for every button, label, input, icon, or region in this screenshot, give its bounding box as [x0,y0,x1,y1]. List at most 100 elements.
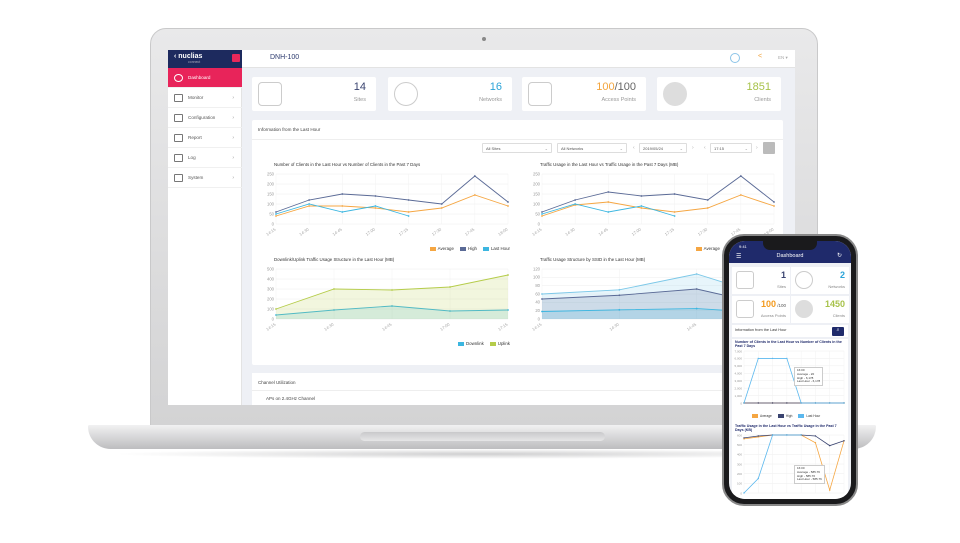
legend-item[interactable]: High [459,246,477,251]
stat-card-clients[interactable]: 1851 Clients [657,77,781,111]
next-time-icon[interactable]: › [756,145,758,151]
data-point[interactable] [757,477,759,480]
sidebar-item-system[interactable]: System › [168,168,242,188]
prev-date-icon[interactable]: ‹ [633,145,635,151]
legend-item[interactable]: Average [695,246,720,251]
stat-card-access-points[interactable]: 100/100 Access Points [522,77,646,111]
prev-time-icon[interactable]: ‹ [704,145,706,151]
data-point[interactable] [771,357,774,360]
stat-card-sites[interactable]: 14 Sites [252,77,376,111]
data-point[interactable] [374,195,377,197]
data-point[interactable] [757,435,759,437]
data-point[interactable] [773,205,775,207]
data-point[interactable] [275,215,277,217]
data-point[interactable] [773,201,775,203]
data-point[interactable] [308,205,311,207]
data-point[interactable] [800,402,802,404]
data-point[interactable] [275,213,277,215]
stat-card-clients[interactable]: 1450 Clients [791,296,849,323]
data-point[interactable] [541,310,543,313]
data-point[interactable] [374,207,377,209]
stat-card-networks[interactable]: 16 Networks [388,77,512,111]
data-point[interactable] [541,215,543,217]
data-point[interactable] [843,440,845,442]
data-point[interactable] [341,211,344,213]
data-point[interactable] [673,211,676,213]
data-point[interactable] [814,442,817,444]
data-point[interactable] [507,274,509,276]
data-point[interactable] [743,402,745,404]
data-point[interactable] [771,434,774,436]
data-point[interactable] [473,194,476,196]
data-point[interactable] [391,289,393,291]
data-point[interactable] [440,207,443,209]
data-point[interactable] [407,211,410,213]
brand-logo[interactable]: ‹ nuclias connect [168,50,242,68]
data-point[interactable] [695,273,698,275]
data-point[interactable] [473,175,476,177]
time-select[interactable]: 17:15 ⌄ [710,143,752,153]
stat-card-networks[interactable]: 2 Networks [791,267,849,294]
data-point[interactable] [333,288,335,290]
data-point[interactable] [673,193,676,195]
sidebar-item-dashboard[interactable]: Dashboard [168,68,242,88]
data-point[interactable] [640,195,643,197]
data-point[interactable] [618,294,621,297]
menu-icon[interactable] [232,54,240,62]
data-point[interactable] [618,308,621,311]
data-point[interactable] [541,213,543,215]
data-point[interactable] [673,215,676,217]
stat-card-sites[interactable]: 1 Sites [732,267,790,294]
next-date-icon[interactable]: › [692,145,694,151]
data-point[interactable] [706,199,709,201]
data-point[interactable] [308,199,311,201]
data-point[interactable] [786,434,788,436]
legend-item[interactable]: Last Hour [482,246,510,251]
legend-item[interactable]: Average [429,246,454,251]
data-point[interactable] [757,357,759,360]
date-select[interactable]: 2019/05/24 ⌄ [639,143,687,153]
data-point[interactable] [574,203,577,205]
language-select[interactable]: EN ▾ [778,55,788,61]
data-point[interactable] [507,205,509,207]
data-point[interactable] [607,201,610,203]
data-point[interactable] [786,402,788,404]
data-point[interactable] [757,402,759,404]
user-icon[interactable] [730,53,740,63]
data-point[interactable] [829,402,831,404]
search-button[interactable]: ⌕ [832,327,844,336]
data-point[interactable] [743,437,745,439]
sidebar-item-configuration[interactable]: Configuration › [168,108,242,128]
data-point[interactable] [771,402,774,404]
data-point[interactable] [786,357,788,360]
data-point[interactable] [374,205,377,207]
data-point[interactable] [695,307,698,310]
data-point[interactable] [739,175,742,177]
data-point[interactable] [308,203,311,205]
sidebar-item-report[interactable]: Report › [168,128,242,148]
data-point[interactable] [541,211,543,213]
data-point[interactable] [640,205,643,207]
data-point[interactable] [541,298,543,300]
data-point[interactable] [341,205,344,207]
legend-item[interactable]: Uplink [489,341,510,346]
data-point[interactable] [800,434,802,436]
data-point[interactable] [507,201,509,203]
share-icon[interactable]: < [758,53,762,60]
data-point[interactable] [640,207,643,209]
sidebar-item-log[interactable]: Log › [168,148,242,168]
network-select[interactable]: All Networks ⌄ [557,143,627,153]
data-point[interactable] [743,492,745,494]
export-button[interactable] [763,142,775,154]
legend-item[interactable]: Average [752,414,772,419]
data-point[interactable] [843,402,845,404]
data-point[interactable] [275,308,277,310]
stat-card-access-points[interactable]: 100 /100 Access Points [732,296,790,323]
legend-item[interactable]: Downlink [457,341,484,346]
data-point[interactable] [275,211,277,213]
data-point[interactable] [739,194,742,196]
legend-item[interactable]: High [777,414,792,419]
data-point[interactable] [607,211,610,213]
sidebar-item-monitor[interactable]: Monitor › [168,88,242,108]
info-select[interactable]: Information from the Last Hour [732,325,848,337]
